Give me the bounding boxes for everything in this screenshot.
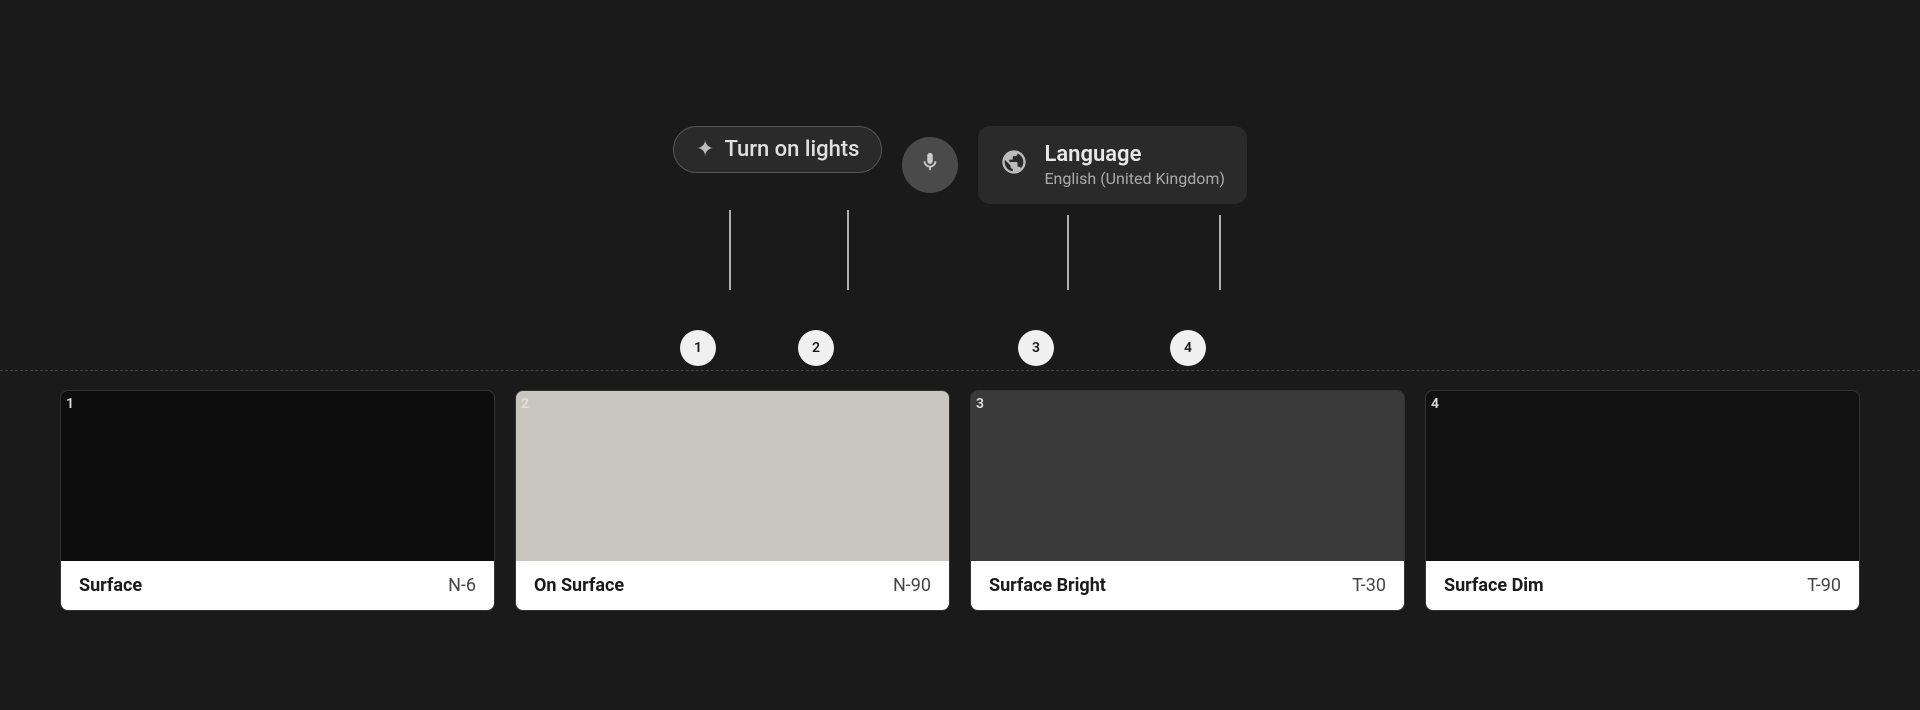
sun-icon: ✦ [696,137,714,162]
on-surface-swatch [516,391,949,561]
mic-button[interactable] [902,137,958,193]
mic-icon [919,151,941,179]
surface-code: N-6 [448,575,476,596]
surface-bright-swatch [971,391,1404,561]
bottom-section: 1 Surface N-6 2 On Surface N-90 3 Surfac… [0,390,1920,611]
top-section: ✦ Turn on lights Language English (Unite… [0,0,1920,370]
surface-dim-label: Surface Dim T-90 [1426,561,1859,610]
language-info: Language English (United Kingdom) [1044,142,1225,188]
section-divider [0,370,1920,371]
language-title: Language [1044,142,1225,167]
card-number-3: 3 [976,396,984,412]
surface-dim-code: T-90 [1807,575,1841,596]
on-surface-label: On Surface N-90 [516,561,949,610]
color-card-wrapper-2: 2 On Surface N-90 [515,390,950,611]
color-card-surface-dim: Surface Dim T-90 [1425,390,1860,611]
card-number-4: 4 [1431,396,1439,412]
ui-demo-area: ✦ Turn on lights Language English (Unite… [673,126,1247,204]
language-card: Language English (United Kingdom) [978,126,1247,204]
color-card-on-surface: On Surface N-90 [515,390,950,611]
surface-bright-code: T-30 [1352,575,1386,596]
surface-bright-label: Surface Bright T-30 [971,561,1404,610]
color-card-wrapper-1: 1 Surface N-6 [60,390,495,611]
color-card-wrapper-4: 4 Surface Dim T-90 [1425,390,1860,611]
card-number-1: 1 [66,396,74,412]
globe-icon [1000,148,1028,183]
color-card-wrapper-3: 3 Surface Bright T-30 [970,390,1405,611]
on-surface-name: On Surface [534,575,624,596]
lights-chip[interactable]: ✦ Turn on lights [673,126,882,173]
language-subtitle: English (United Kingdom) [1044,169,1225,188]
surface-bright-name: Surface Bright [989,575,1106,596]
surface-label: Surface N-6 [61,561,494,610]
color-card-surface-bright: Surface Bright T-30 [970,390,1405,611]
surface-name: Surface [79,575,142,596]
surface-swatch [61,391,494,561]
surface-dim-swatch [1426,391,1859,561]
surface-dim-name: Surface Dim [1444,575,1544,596]
lights-chip-label: Turn on lights [724,137,859,162]
on-surface-code: N-90 [893,575,931,596]
color-card-surface: Surface N-6 [60,390,495,611]
card-number-2: 2 [521,396,529,412]
